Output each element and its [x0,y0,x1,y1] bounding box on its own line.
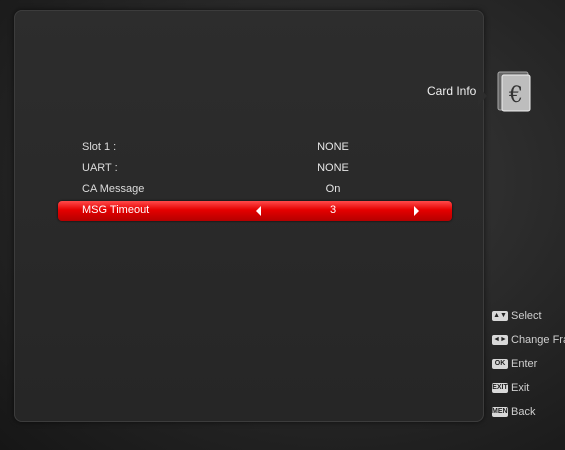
row-label: CA Message [82,183,145,195]
help-label: Change Fran [511,334,565,347]
help-label: Exit [511,382,530,395]
row-uart[interactable]: UART : NONE [58,159,452,179]
help-back: MENUBack [492,406,535,418]
title-pointer [478,86,487,106]
updown-key-icon: ▲▼ [492,311,508,322]
svg-text:€: € [508,83,523,108]
help-select: ▲▼ Select [492,310,542,322]
leftright-key-icon: ◄► [492,335,508,346]
row-value: On [325,183,341,195]
row-slot1[interactable]: Slot 1 : NONE [58,138,452,158]
exit-key-icon: EXIT [492,383,508,394]
row-label: UART : [82,162,118,174]
ok-key-icon: OK [492,359,508,370]
menu-key-icon: MENU [492,407,513,418]
help-label: Select [511,310,542,323]
row-msg-timeout[interactable]: MSG Timeout 3 [58,201,452,221]
help-change: ◄►Change Fran [492,334,565,346]
row-label: MSG Timeout [82,204,150,216]
card-euro-icon: € [497,71,531,112]
arrow-right-icon[interactable] [414,206,419,216]
help-label: Back [511,406,536,419]
row-value: NONE [317,162,349,174]
help-label: Enter [511,358,538,371]
help-enter: OK Enter [492,358,537,370]
row-label: Slot 1 : [82,141,117,153]
row-value: NONE [317,141,349,153]
page-title: Card Info [427,84,477,98]
row-ca-message[interactable]: CA Message On [58,180,452,200]
arrow-left-icon[interactable] [256,206,261,216]
row-value: 3 [329,204,337,216]
help-exit: EXIT Exit [492,382,529,394]
